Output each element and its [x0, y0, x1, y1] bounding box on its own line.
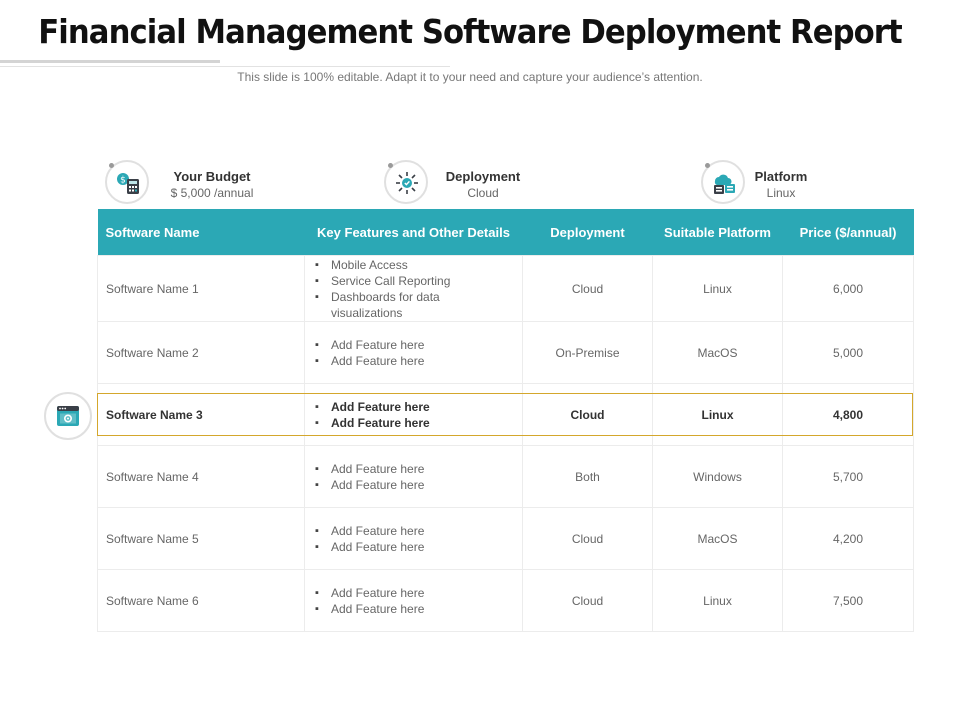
- svg-text:$: $: [120, 176, 126, 186]
- feature-list: Mobile Access Service Call Reporting Das…: [313, 257, 514, 321]
- table-row: Software Name 4 Add Feature here Add Fea…: [97, 445, 914, 508]
- table-row: Software Name 5 Add Feature here Add Fea…: [97, 507, 914, 570]
- feature-item: Dashboards for data visualizations: [313, 289, 514, 321]
- table-row: Software Name 2 Add Feature here Add Fea…: [97, 321, 914, 384]
- platform-cell: MacOS: [652, 321, 783, 384]
- column-header-features: Key Features and Other Details: [304, 209, 523, 256]
- column-header-software-name: Software Name: [97, 209, 305, 256]
- table-row-highlighted: Software Name 3 Add Feature here Add Fea…: [97, 383, 914, 446]
- platform-value: Linux: [766, 186, 796, 200]
- price-cell: 5,000: [782, 321, 914, 384]
- table-row: Software Name 6 Add Feature here Add Fea…: [97, 569, 914, 632]
- platform-cell: Linux: [652, 383, 783, 446]
- software-name-cell: Software Name 3: [97, 383, 305, 446]
- feature-item: Add Feature here: [313, 461, 514, 477]
- feature-list: Add Feature here Add Feature here: [313, 461, 514, 493]
- price-cell: 4,200: [782, 507, 914, 570]
- deployment-cell: Cloud: [522, 507, 653, 570]
- browser-settings-icon: [44, 392, 92, 440]
- software-name-cell: Software Name 4: [97, 445, 305, 508]
- budget-label: Your Budget: [173, 169, 251, 184]
- features-cell: Add Feature here Add Feature here: [304, 383, 523, 446]
- price-cell: 5,700: [782, 445, 914, 508]
- deployment-cell: Cloud: [522, 383, 653, 446]
- deployment-value: Cloud: [467, 186, 499, 200]
- software-name-cell: Software Name 6: [97, 569, 305, 632]
- budget-info: $ Your Budget $ 5,000 /annual: [105, 160, 275, 206]
- platform-cell: Windows: [652, 445, 783, 508]
- decor-line: [0, 66, 450, 67]
- platform-cell: MacOS: [652, 507, 783, 570]
- calculator-money-icon: $: [105, 160, 149, 204]
- deployment-cell: Both: [522, 445, 653, 508]
- feature-item: Add Feature here: [313, 585, 514, 601]
- deployment-label: Deployment: [445, 169, 521, 184]
- platform-label: Platform: [754, 169, 808, 184]
- features-cell: Add Feature here Add Feature here: [304, 445, 523, 508]
- platform-cell: Linux: [652, 569, 783, 632]
- feature-item: Service Call Reporting: [313, 273, 514, 289]
- feature-item: Add Feature here: [313, 477, 514, 493]
- cloud-server-icon: [701, 160, 745, 204]
- feature-item: Add Feature here: [313, 399, 514, 415]
- feature-item: Add Feature here: [313, 601, 514, 617]
- table-row: Software Name 1 Mobile Access Service Ca…: [97, 255, 914, 322]
- table-header-row: Software Name Key Features and Other Det…: [97, 209, 914, 256]
- price-cell: 4,800: [782, 383, 914, 446]
- features-cell: Add Feature here Add Feature here: [304, 321, 523, 384]
- column-header-deployment: Deployment: [522, 209, 653, 256]
- column-header-platform: Suitable Platform: [652, 209, 783, 256]
- price-cell: 7,500: [782, 569, 914, 632]
- budget-value: $ 5,000 /annual: [170, 186, 254, 200]
- deployment-cell: On-Premise: [522, 321, 653, 384]
- feature-list: Add Feature here Add Feature here: [313, 523, 514, 555]
- network-hub-icon: [384, 160, 428, 204]
- decor-line: [0, 60, 220, 63]
- price-cell: 6,000: [782, 255, 914, 322]
- software-name-cell: Software Name 5: [97, 507, 305, 570]
- feature-list: Add Feature here Add Feature here: [313, 399, 514, 431]
- feature-list: Add Feature here Add Feature here: [313, 585, 514, 617]
- feature-item: Mobile Access: [313, 257, 514, 273]
- platform-cell: Linux: [652, 255, 783, 322]
- platform-info: Platform Linux: [701, 160, 851, 206]
- deployment-cell: Cloud: [522, 255, 653, 322]
- features-cell: Add Feature here Add Feature here: [304, 507, 523, 570]
- software-name-cell: Software Name 1: [97, 255, 305, 322]
- page-title: Financial Management Software Deployment…: [38, 12, 902, 51]
- software-comparison-table: Software Name Key Features and Other Det…: [97, 209, 914, 632]
- feature-item: Add Feature here: [313, 415, 514, 431]
- deployment-cell: Cloud: [522, 569, 653, 632]
- feature-list: Add Feature here Add Feature here: [313, 337, 514, 369]
- feature-item: Add Feature here: [313, 539, 514, 555]
- features-cell: Mobile Access Service Call Reporting Das…: [304, 255, 523, 322]
- column-header-price: Price ($/annual): [782, 209, 914, 256]
- feature-item: Add Feature here: [313, 337, 514, 353]
- features-cell: Add Feature here Add Feature here: [304, 569, 523, 632]
- feature-item: Add Feature here: [313, 353, 514, 369]
- page-subtitle: This slide is 100% editable. Adapt it to…: [237, 70, 703, 84]
- feature-item: Add Feature here: [313, 523, 514, 539]
- software-name-cell: Software Name 2: [97, 321, 305, 384]
- deployment-info: Deployment Cloud: [384, 160, 554, 206]
